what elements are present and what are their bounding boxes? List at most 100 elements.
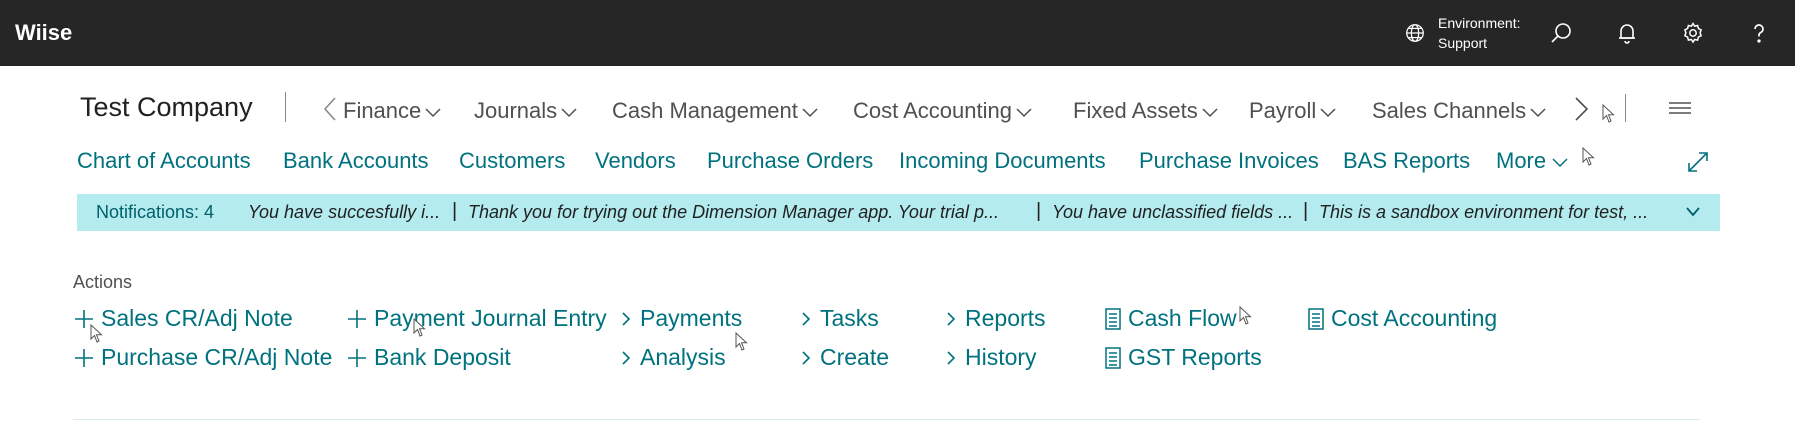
action-purchase-cr-adj-note[interactable]: Purchase CR/Adj Note	[73, 344, 332, 371]
link-incoming-documents[interactable]: Incoming Documents	[899, 148, 1106, 174]
notification-message[interactable]: You have succesfully i...	[248, 202, 440, 223]
nav-menu-journals[interactable]: Journals	[474, 98, 577, 124]
chevron-right-icon	[618, 346, 634, 370]
help-icon	[1754, 24, 1764, 43]
action-group-analysis[interactable]: Analysis	[618, 344, 726, 371]
action-label: GST Reports	[1128, 344, 1262, 370]
notification-count[interactable]: Notifications: 4	[96, 202, 214, 223]
nav-menu-label: Payroll	[1249, 98, 1317, 123]
environment-label: Environment:	[1438, 15, 1521, 31]
action-label: Sales CR/Adj Note	[101, 305, 293, 331]
mouse-cursor-icon	[1602, 104, 1615, 123]
environment-value: Support	[1438, 35, 1488, 51]
action-label: Tasks	[820, 305, 879, 331]
mouse-cursor-icon	[1582, 147, 1595, 166]
app-name[interactable]: Wiise	[15, 20, 72, 46]
action-label: Create	[820, 344, 890, 370]
plus-icon	[346, 346, 368, 370]
nav-menu-payroll[interactable]: Payroll	[1249, 98, 1336, 124]
expand-icon[interactable]	[1687, 151, 1709, 173]
notification-message[interactable]: You have unclassified fields ...	[1052, 202, 1293, 223]
notification-bar: Notifications: 4 You have succesfully i.…	[77, 194, 1720, 231]
nav-divider	[285, 92, 286, 122]
action-label: Cost Accounting	[1331, 305, 1498, 331]
chevron-down-icon	[1202, 108, 1218, 118]
section-divider	[73, 419, 1700, 420]
notifications-button[interactable]	[1613, 19, 1641, 47]
link-purchase-invoices[interactable]: Purchase Invoices	[1139, 148, 1319, 174]
action-group-payments[interactable]: Payments	[618, 305, 742, 332]
plus-icon	[346, 307, 368, 331]
chevron-right-icon[interactable]	[1571, 96, 1591, 122]
notification-message[interactable]: This is a sandbox environment for test, …	[1319, 202, 1648, 223]
action-label: Purchase CR/Adj Note	[101, 344, 333, 370]
nav-menu-label: Cost Accounting	[853, 98, 1012, 123]
action-label: Cash Flow	[1128, 305, 1237, 331]
link-customers[interactable]: Customers	[459, 148, 565, 174]
company-name[interactable]: Test Company	[80, 92, 253, 123]
action-label: Bank Deposit	[374, 344, 511, 370]
settings-button[interactable]	[1679, 19, 1707, 47]
nav-menu-label: Fixed Assets	[1073, 98, 1198, 123]
action-bank-deposit[interactable]: Bank Deposit	[346, 344, 511, 371]
action-label: Payments	[640, 305, 743, 331]
environment-indicator[interactable]: Environment: Support	[1404, 13, 1520, 53]
action-report-cash-flow[interactable]: Cash Flow	[1104, 305, 1237, 332]
action-report-cost-accounting[interactable]: Cost Accounting	[1307, 305, 1497, 332]
nav-menu-finance[interactable]: Finance	[343, 98, 441, 124]
chevron-down-icon[interactable]	[1685, 206, 1701, 218]
link-bas-reports[interactable]: BAS Reports	[1343, 148, 1470, 174]
bell-icon	[1619, 24, 1635, 44]
action-label: Reports	[965, 305, 1046, 331]
chevron-right-icon	[798, 346, 814, 370]
gear-icon	[1683, 22, 1703, 44]
report-icon	[1104, 307, 1122, 331]
notification-separator: |	[1303, 200, 1309, 222]
nav-menu-sales-channels[interactable]: Sales Channels	[1372, 98, 1546, 124]
nav-menu-label: Journals	[474, 98, 558, 123]
action-label: Payment Journal Entry	[374, 305, 607, 331]
link-bank-accounts[interactable]: Bank Accounts	[283, 148, 429, 174]
hamburger-menu-icon[interactable]	[1668, 99, 1692, 117]
notification-separator: |	[1036, 200, 1042, 222]
mouse-cursor-icon	[90, 324, 103, 343]
chevron-down-icon	[425, 108, 441, 118]
actions-heading: Actions	[73, 272, 133, 292]
action-payment-journal-entry[interactable]: Payment Journal Entry	[346, 305, 607, 332]
notification-message[interactable]: Thank you for trying out the Dimension M…	[468, 202, 999, 223]
globe-icon	[1406, 24, 1424, 42]
chevron-down-icon	[1320, 108, 1336, 118]
link-chart-of-accounts[interactable]: Chart of Accounts	[77, 148, 251, 174]
chevron-down-icon	[1016, 108, 1032, 118]
search-icon	[1551, 23, 1571, 43]
nav-menu-label: Cash Management	[612, 98, 798, 123]
nav-menu-fixed-assets[interactable]: Fixed Assets	[1073, 98, 1218, 124]
link-purchase-orders[interactable]: Purchase Orders	[707, 148, 873, 174]
mouse-cursor-icon	[735, 332, 748, 351]
more-label: More	[1496, 148, 1547, 173]
plus-icon	[73, 346, 95, 370]
action-group-tasks[interactable]: Tasks	[798, 305, 879, 332]
chevron-left-icon[interactable]	[321, 96, 341, 122]
more-menu[interactable]: More	[1496, 148, 1568, 174]
search-button[interactable]	[1547, 19, 1575, 47]
chevron-down-icon	[561, 108, 577, 118]
action-label: Analysis	[640, 344, 726, 370]
action-group-reports[interactable]: Reports	[943, 305, 1046, 332]
action-group-history[interactable]: History	[943, 344, 1037, 371]
mouse-cursor-icon	[1239, 306, 1252, 325]
chevron-down-icon	[802, 108, 818, 118]
report-icon	[1307, 307, 1325, 331]
nav-divider	[1625, 94, 1626, 122]
nav-menu-label: Sales Channels	[1372, 98, 1527, 123]
notification-separator: |	[452, 200, 458, 222]
action-report-gst-reports[interactable]: GST Reports	[1104, 344, 1262, 371]
nav-menu-cash-management[interactable]: Cash Management	[612, 98, 818, 124]
chevron-right-icon	[943, 346, 959, 370]
action-group-create[interactable]: Create	[798, 344, 889, 371]
link-vendors[interactable]: Vendors	[595, 148, 676, 174]
help-button[interactable]	[1745, 19, 1773, 47]
nav-menu-cost-accounting[interactable]: Cost Accounting	[853, 98, 1032, 124]
chevron-right-icon	[618, 307, 634, 331]
action-sales-cr-adj-note[interactable]: Sales CR/Adj Note	[73, 305, 293, 332]
